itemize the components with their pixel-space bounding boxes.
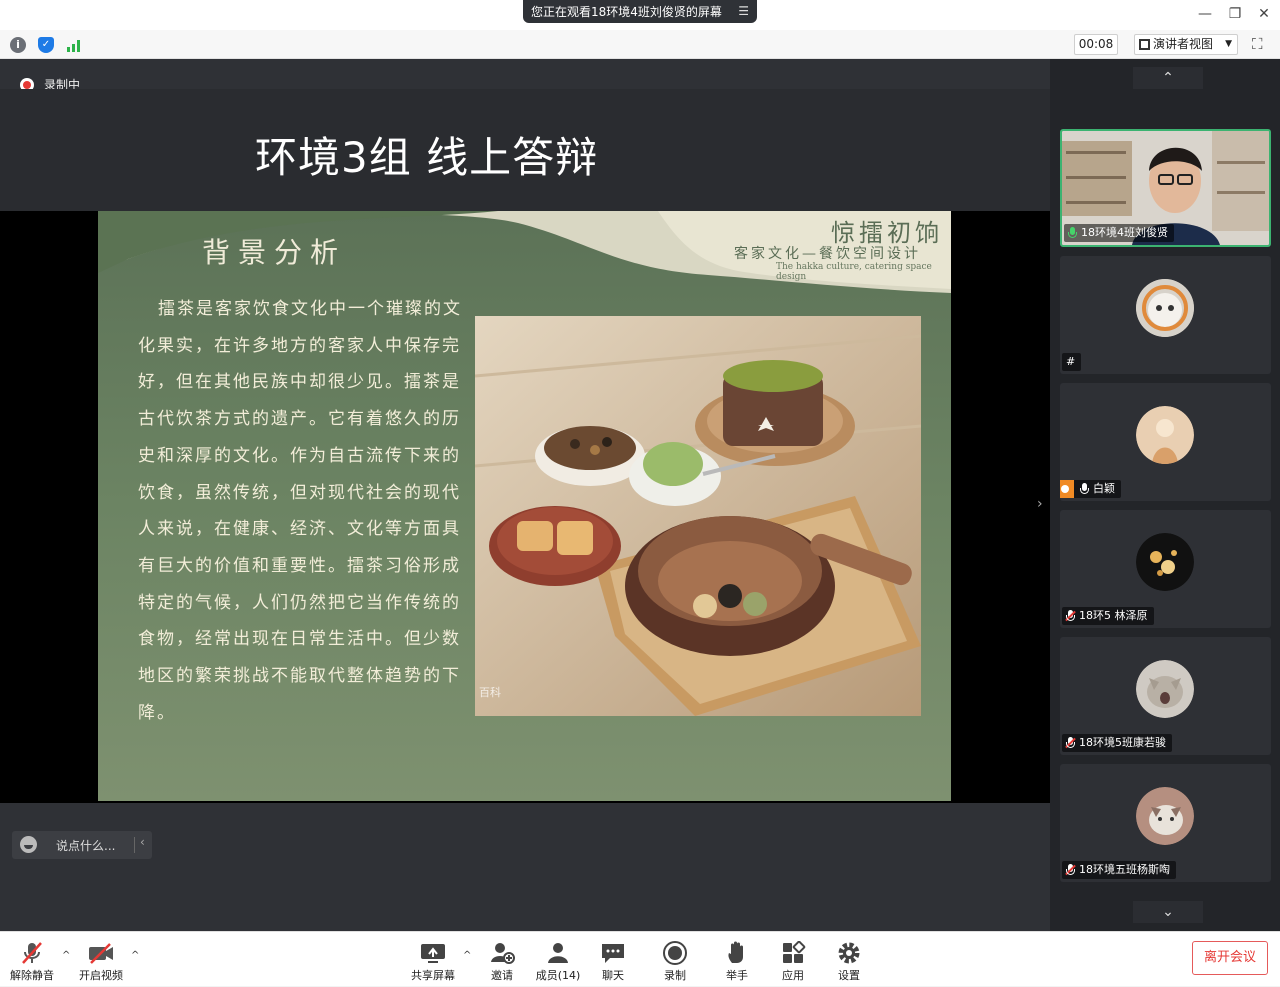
participant-tile[interactable]: 18环5 林泽原 xyxy=(1060,510,1271,628)
start-video-button[interactable]: 开启视频 xyxy=(76,932,126,987)
chat-icon xyxy=(600,941,626,965)
audio-options-chevron-icon[interactable]: ^ xyxy=(62,950,70,961)
title-bar: 您正在观看18环境4班刘俊贤的屏幕 ☰ — ❐ ✕ xyxy=(0,0,1280,30)
gear-icon xyxy=(836,941,862,965)
participant-name-label: 18环境五班杨斯啕 xyxy=(1062,861,1176,879)
members-button[interactable]: 成员(14) xyxy=(533,932,583,987)
brand-english: The hakka culture, catering space design xyxy=(776,262,932,282)
microphone-icon xyxy=(1080,483,1089,495)
participant-name-label: 18环境4班刘俊贤 xyxy=(1064,224,1174,242)
settings-button[interactable]: 设置 xyxy=(832,932,866,987)
microphone-icon xyxy=(1068,227,1077,239)
slide-title-band: 环境3组 线上答辩 xyxy=(0,89,1050,211)
fullscreen-icon[interactable]: ⛶ xyxy=(1252,36,1268,52)
participant-tile[interactable]: 18环境4班刘俊贤 xyxy=(1060,129,1271,247)
presentation-slide: 背景分析 惊擂初饷 客家文化—餐饮空间设计 The hakka culture,… xyxy=(98,211,951,801)
restore-icon[interactable]: ❐ xyxy=(1225,5,1245,23)
avatar xyxy=(1136,533,1194,591)
lei-cha-photo: 百科 xyxy=(475,316,921,716)
video-options-chevron-icon[interactable]: ^ xyxy=(131,950,139,961)
avatar xyxy=(1136,279,1194,337)
microphone-muted-icon xyxy=(1065,737,1076,749)
avatar xyxy=(1136,787,1194,845)
shared-screen-area: 录制中 环境3组 线上答辩 背景分析 惊擂初饷 客家文化—餐饮空间设计 The … xyxy=(0,59,1050,931)
share-screen-icon xyxy=(420,941,446,965)
participant-tile[interactable]: 18环境五班杨斯啕 xyxy=(1060,764,1271,882)
chevron-up-icon[interactable]: ⌃ xyxy=(1133,67,1203,89)
photo-watermark: 百科 xyxy=(479,686,501,699)
host-icon xyxy=(1060,480,1074,498)
info-icon[interactable]: i xyxy=(10,37,26,53)
apps-button[interactable]: 应用 xyxy=(776,932,810,987)
share-notice-text: 您正在观看18环境4班刘俊贤的屏幕 xyxy=(531,5,722,19)
speaker-view-icon xyxy=(1139,39,1150,50)
avatar xyxy=(1136,660,1194,718)
chevron-left-icon[interactable]: ‹ xyxy=(140,835,145,849)
screen-share-notice[interactable]: 您正在观看18环境4班刘俊贤的屏幕 ☰ xyxy=(523,0,757,23)
participant-name-label: 白颖 xyxy=(1060,480,1121,498)
slide-body-text: 擂茶是客家饮食文化中一个璀璨的文化果实，在许多地方的客家人中保存完好，但在其他民… xyxy=(138,299,462,723)
brand-subtitle: 客家文化—餐饮空间设计 xyxy=(734,246,921,262)
chevron-down-icon[interactable]: ⌄ xyxy=(1133,901,1203,923)
minimize-icon[interactable]: — xyxy=(1195,5,1215,23)
microphone-muted-icon xyxy=(1065,864,1076,876)
participant-tile[interactable]: 18环境5班康若骏 xyxy=(1060,637,1271,755)
participant-name-label: # xyxy=(1062,353,1082,371)
participant-tile[interactable]: 白颖 xyxy=(1060,383,1271,501)
add-user-icon xyxy=(489,941,515,965)
view-mode-label: 演讲者视图 xyxy=(1153,37,1214,51)
hand-icon xyxy=(724,941,750,965)
video-off-icon xyxy=(88,941,114,965)
chat-button[interactable]: 聊天 xyxy=(596,932,630,987)
participant-panel: ⌃ 18环境4班刘俊贤 # 白颖 18环5 林泽原 18环境5班康若骏 18环境… xyxy=(1050,59,1280,931)
apps-icon xyxy=(780,940,806,965)
participant-name-label: 18环5 林泽原 xyxy=(1062,607,1154,625)
shared-screen: 环境3组 线上答辩 背景分析 惊擂初饷 客家文化—餐饮空间设计 The hakk… xyxy=(0,89,1050,803)
menu-icon[interactable]: ☰ xyxy=(738,4,749,18)
microphone-muted-icon xyxy=(1065,610,1076,622)
participant-name-label: 18环境5班康若骏 xyxy=(1062,734,1172,752)
chat-input-box[interactable]: 说点什么... ‹ xyxy=(12,831,152,859)
participant-tile[interactable]: # xyxy=(1060,256,1271,374)
signal-icon[interactable] xyxy=(66,37,82,53)
chevron-down-icon: ▼ xyxy=(1225,39,1232,49)
close-icon[interactable]: ✕ xyxy=(1254,5,1274,23)
raise-hand-button[interactable]: 举手 xyxy=(720,932,754,987)
chevron-right-icon[interactable]: › xyxy=(1037,496,1043,512)
emoji-icon[interactable] xyxy=(20,836,37,853)
view-mode-button[interactable]: 演讲者视图 ▼ xyxy=(1134,34,1238,55)
leave-meeting-button[interactable]: 离开会议 xyxy=(1192,941,1268,975)
meeting-timer: 00:08 xyxy=(1074,34,1118,55)
record-button[interactable]: 录制 xyxy=(658,932,692,987)
share-screen-button[interactable]: 共享屏幕 xyxy=(408,932,458,987)
share-options-chevron-icon[interactable]: ^ xyxy=(463,950,471,961)
members-icon xyxy=(545,941,571,965)
slide-heading: 背景分析 xyxy=(202,236,347,269)
unmute-button[interactable]: 解除静音 xyxy=(8,932,56,987)
slide-title: 环境3组 线上答辩 xyxy=(255,133,599,182)
microphone-muted-icon xyxy=(19,941,45,965)
avatar xyxy=(1136,406,1194,464)
shield-icon[interactable]: ✓ xyxy=(38,37,54,53)
chat-placeholder[interactable]: 说点什么... xyxy=(56,837,115,854)
bottom-control-bar: 解除静音 ^ 开启视频 ^ 共享屏幕 ^ 邀请 成员(14) 聊天 录制 举手 … xyxy=(0,931,1280,986)
meeting-toolbar: i ✓ 00:08 演讲者视图 ▼ ⛶ xyxy=(0,30,1280,59)
invite-button[interactable]: 邀请 xyxy=(482,932,522,987)
record-icon xyxy=(662,941,688,965)
